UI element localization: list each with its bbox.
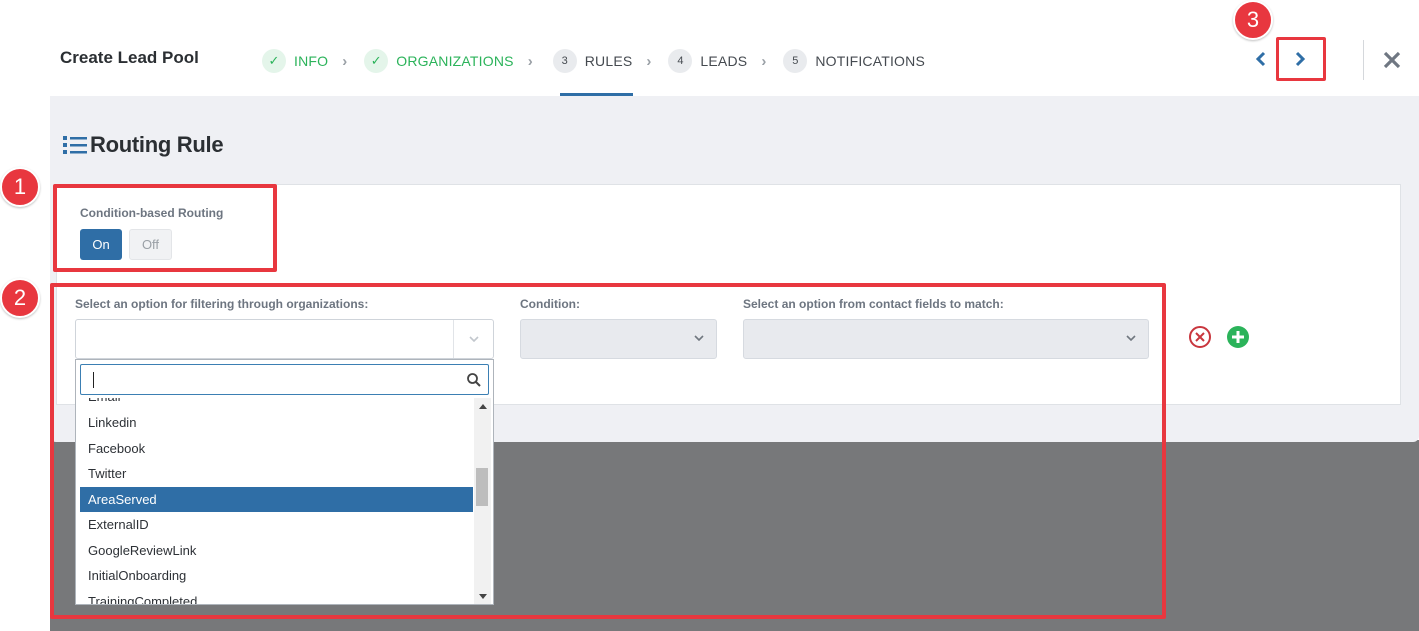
step-number: 5 xyxy=(783,49,808,73)
annotation-box-3 xyxy=(1276,37,1326,81)
close-button[interactable] xyxy=(1380,48,1404,72)
step-label: INFO xyxy=(294,53,329,69)
wizard-steps: ✓ INFO › ✓ ORGANIZATIONS › 3 RULES › 4 L… xyxy=(262,48,925,74)
annotation-badge-1: 1 xyxy=(0,167,40,207)
chevron-right-icon: › xyxy=(342,52,348,70)
annotation-badge-2: 2 xyxy=(0,278,40,318)
chevron-right-icon: › xyxy=(761,52,767,70)
step-label: ORGANIZATIONS xyxy=(396,53,514,69)
step-label: NOTIFICATIONS xyxy=(815,53,925,69)
step-label: LEADS xyxy=(700,53,748,69)
annotation-box-2 xyxy=(50,283,1166,619)
step-label: RULES xyxy=(584,53,633,69)
add-rule-button[interactable] xyxy=(1226,325,1250,349)
chevron-left-icon xyxy=(1255,51,1266,67)
check-icon: ✓ xyxy=(364,49,389,73)
page: Create Lead Pool ✓ INFO › ✓ ORGANIZATION… xyxy=(0,0,1419,631)
add-circle-icon xyxy=(1227,326,1249,348)
remove-circle-icon xyxy=(1189,326,1211,348)
header-divider xyxy=(1363,40,1364,80)
step-notifications[interactable]: 5 NOTIFICATIONS xyxy=(783,48,925,74)
check-icon: ✓ xyxy=(262,49,286,73)
chevron-right-icon: › xyxy=(646,52,652,70)
section-title: Routing Rule xyxy=(90,132,224,157)
step-number: 4 xyxy=(668,49,693,73)
remove-rule-button[interactable] xyxy=(1188,325,1212,349)
chevron-right-icon: › xyxy=(527,52,533,70)
annotation-box-1 xyxy=(53,184,277,272)
previous-step-button[interactable] xyxy=(1250,48,1272,70)
annotation-badge-3: 3 xyxy=(1233,0,1273,40)
list-icon xyxy=(63,136,87,154)
close-icon xyxy=(1383,51,1401,69)
section-heading: Routing Rule xyxy=(62,132,224,158)
step-number: 3 xyxy=(552,49,577,73)
page-title: Create Lead Pool xyxy=(60,48,199,67)
step-info[interactable]: ✓ INFO xyxy=(262,48,328,74)
step-leads[interactable]: 4 LEADS xyxy=(668,48,747,74)
step-organizations[interactable]: ✓ ORGANIZATIONS xyxy=(364,48,514,74)
step-rules[interactable]: 3 RULES xyxy=(552,48,633,74)
